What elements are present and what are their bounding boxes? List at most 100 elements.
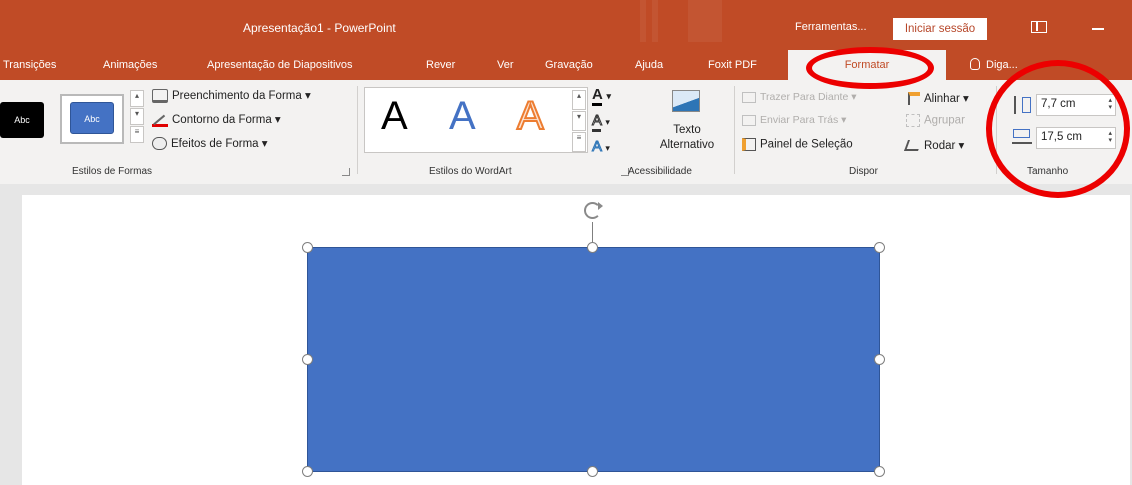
text-effects-icon: A: [591, 138, 602, 156]
paint-bucket-icon: [152, 88, 168, 103]
tab-gravacao[interactable]: Gravação: [545, 59, 593, 71]
resize-handle-bottom-right[interactable]: [874, 466, 885, 477]
shape-width-value: 17,5 cm: [1041, 131, 1082, 143]
pencil-outline-icon: [152, 113, 168, 127]
tab-ajuda[interactable]: Ajuda: [635, 59, 663, 71]
tab-rever[interactable]: Rever: [426, 59, 455, 71]
shape-height-icon: [1014, 96, 1032, 114]
resize-handle-bottom[interactable]: [587, 466, 598, 477]
wordart-style-blue[interactable]: A: [449, 94, 476, 139]
selection-pane-label: Painel de Seleção: [760, 138, 853, 151]
shape-fill-button[interactable]: Preenchimento da Forma ▾: [152, 88, 311, 103]
group-label-size: Tamanho: [1027, 166, 1069, 177]
align-icon: [908, 92, 920, 106]
wordart-gallery[interactable]: A A A: [364, 87, 588, 153]
shape-style-black[interactable]: Abc: [0, 102, 44, 138]
shape-fill-label: Preenchimento da Forma: [172, 90, 302, 102]
shape-style-blue[interactable]: Abc: [70, 102, 114, 134]
text-fill-button[interactable]: A ▾: [592, 86, 611, 106]
wordart-style-black[interactable]: A: [381, 94, 408, 139]
tab-ver[interactable]: Ver: [497, 59, 514, 71]
title-decoration: [640, 0, 646, 42]
shape-styles-launcher-icon[interactable]: [342, 168, 350, 176]
text-fill-icon: A: [592, 86, 603, 106]
tab-foxit-pdf[interactable]: Foxit PDF: [708, 59, 757, 71]
powerpoint-window: Apresentação1 - PowerPoint Ferramentas..…: [0, 0, 1132, 485]
wordart-scroll-up-icon[interactable]: ▴: [572, 90, 586, 110]
shape-effects-button[interactable]: Efeitos de Forma ▾: [152, 136, 268, 151]
gallery-scroll-up-icon[interactable]: ▴: [130, 90, 144, 107]
window-title: Apresentação1 - PowerPoint: [243, 21, 396, 35]
lightbulb-icon[interactable]: [970, 58, 980, 70]
send-backward-label: Enviar Para Trás: [760, 114, 839, 126]
alt-text-label-1: Texto: [673, 124, 701, 136]
title-decoration: [688, 0, 722, 42]
resize-handle-left[interactable]: [302, 354, 313, 365]
ribbon-panel: Abc Abc ▴ ▾ ≡ Preenchimento da Forma ▾ C…: [0, 80, 1132, 184]
wordart-style-orange-outline[interactable]: A: [516, 93, 545, 139]
alt-text-label-2: Alternativo: [659, 139, 715, 151]
title-bar: Apresentação1 - PowerPoint Ferramentas..…: [0, 0, 1132, 42]
wordart-scroll-down-icon[interactable]: ▾: [572, 111, 586, 131]
sign-in-button[interactable]: Iniciar sessão: [893, 18, 987, 40]
group-separator: [734, 86, 735, 174]
shape-width-icon: [1012, 128, 1032, 144]
group-separator: [996, 86, 997, 174]
tab-formatar-label: Formatar: [844, 59, 890, 71]
send-backward-button[interactable]: Enviar Para Trás ▾: [742, 114, 846, 126]
resize-handle-top-right[interactable]: [874, 242, 885, 253]
width-spinner-icon[interactable]: ▴ ▾: [1108, 130, 1112, 144]
ribbon-display-options-icon[interactable]: [1031, 21, 1047, 33]
title-decoration: [652, 0, 658, 42]
alt-text-icon: [672, 90, 700, 112]
bring-forward-button[interactable]: Trazer Para Diante ▾: [742, 91, 857, 103]
shape-height-value: 7,7 cm: [1041, 98, 1076, 110]
shape-effects-icon: [152, 137, 167, 151]
shape-outline-label: Contorno da Forma: [172, 114, 272, 126]
tab-animacoes[interactable]: Animações: [103, 59, 157, 71]
resize-handle-right[interactable]: [874, 354, 885, 365]
resize-handle-top-left[interactable]: [302, 242, 313, 253]
height-spinner-icon[interactable]: ▴ ▾: [1108, 97, 1112, 111]
wordart-more-icon[interactable]: ≡: [572, 132, 586, 152]
align-button[interactable]: Alinhar ▾: [908, 91, 969, 106]
bring-forward-icon: [742, 91, 756, 103]
ribbon-tab-bar: Transições Animações Apresentação de Dia…: [0, 42, 1132, 80]
selection-pane-icon: [742, 138, 756, 151]
rotate-objects-icon: [903, 140, 923, 152]
group-label-wordart-styles: Estilos do WordArt: [429, 166, 512, 177]
resize-handle-top[interactable]: [587, 242, 598, 253]
group-label-shape-styles: Estilos de Formas: [72, 166, 153, 177]
minimize-icon[interactable]: [1092, 28, 1104, 30]
resize-handle-bottom-left[interactable]: [302, 466, 313, 477]
text-effects-button[interactable]: A ▾: [591, 138, 609, 156]
gallery-more-icon[interactable]: ≡: [130, 126, 144, 143]
group-label-accessibility: Acessibilidade: [628, 166, 692, 177]
shape-outline-button[interactable]: Contorno da Forma ▾: [152, 112, 281, 127]
text-outline-button[interactable]: A ▾: [591, 112, 610, 132]
rotate-handle-icon[interactable]: [584, 202, 603, 219]
bring-forward-label: Trazer Para Diante: [760, 91, 849, 103]
shape-effects-label: Efeitos de Forma: [171, 138, 259, 150]
rotate-label: Rodar: [924, 140, 956, 152]
rotate-button[interactable]: Rodar ▾: [903, 138, 964, 152]
send-backward-icon: [742, 114, 756, 126]
tab-transicoes[interactable]: Transições: [3, 59, 56, 71]
group-label-arrange: Dispor: [849, 166, 878, 177]
tell-me-search[interactable]: Diga...: [986, 59, 1018, 71]
alt-text-button[interactable]: Texto Alternativo: [640, 86, 734, 162]
tab-formatar[interactable]: Formatar: [788, 50, 946, 80]
shape-height-input[interactable]: 7,7 cm ▴ ▾: [1036, 94, 1116, 116]
text-outline-icon: A: [591, 112, 602, 132]
gallery-scroll-down-icon[interactable]: ▾: [130, 108, 144, 125]
tab-apresentacao-diapositivos[interactable]: Apresentação de Diapositivos: [207, 59, 353, 71]
group-button[interactable]: Agrupar: [906, 114, 965, 127]
group-separator: [357, 86, 358, 174]
align-label: Alinhar: [924, 93, 960, 105]
selection-pane-button[interactable]: Painel de Seleção: [742, 138, 853, 151]
shape-width-input[interactable]: 17,5 cm ▴ ▾: [1036, 127, 1116, 149]
drawing-tools-label[interactable]: Ferramentas...: [795, 21, 867, 33]
group-objects-icon: [906, 114, 920, 127]
selected-rectangle-shape[interactable]: [307, 247, 880, 472]
group-label: Agrupar: [924, 114, 965, 127]
